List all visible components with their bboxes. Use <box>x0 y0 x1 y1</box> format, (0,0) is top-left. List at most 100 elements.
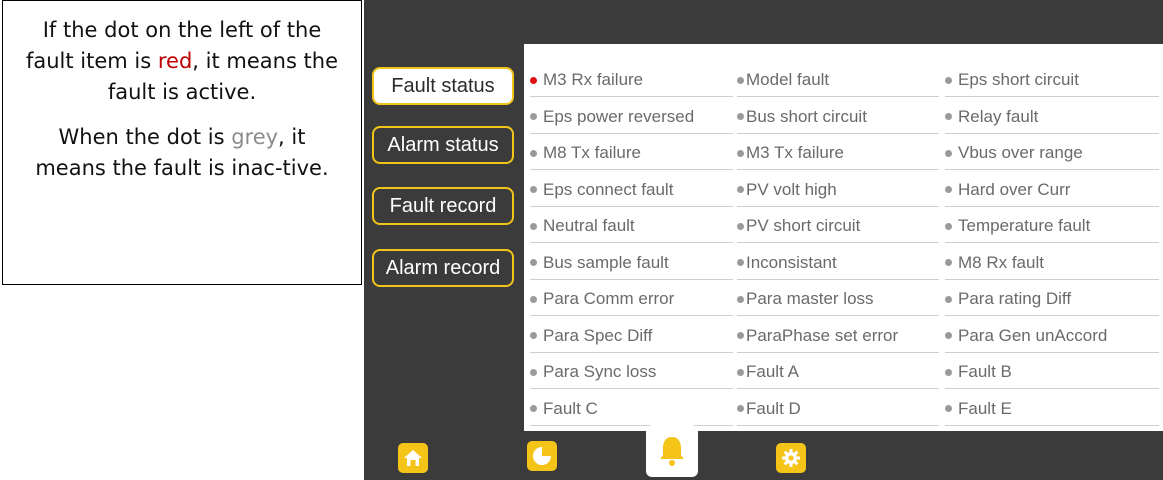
fault-item-label: PV volt high <box>746 179 837 199</box>
fault-item-row: Hard over Curr <box>945 174 1159 207</box>
home-icon <box>404 450 422 466</box>
info-callout: If the dot on the left of the fault item… <box>2 0 362 285</box>
pie-chart-icon <box>533 447 551 465</box>
fault-inactive-dot-icon <box>737 149 744 157</box>
fault-inactive-dot-icon <box>945 149 952 157</box>
fault-inactive-dot-icon <box>530 405 537 412</box>
fault-list-panel: M3 Rx failure Model fault Eps short circui… <box>524 44 1163 431</box>
fault-inactive-dot-icon <box>737 222 744 230</box>
gear-icon <box>782 449 800 467</box>
fault-item-label: Relay fault <box>958 106 1039 126</box>
fault-item-row: Temperature fault <box>945 210 1159 243</box>
fault-item-label: M3 Rx failure <box>543 70 644 89</box>
fault-item: Temperature fault <box>943 210 1163 247</box>
fault-inactive-dot-icon <box>737 113 744 120</box>
nav-stats-button[interactable] <box>527 441 557 471</box>
fault-item-row: Neutral fault <box>530 210 733 243</box>
fault-item: Fault E <box>943 393 1163 430</box>
fault-item: Para Sync loss <box>524 356 737 393</box>
fault-item-row: M3 Rx failure <box>530 64 733 97</box>
fault-item: Eps short circuit <box>943 64 1163 101</box>
fault-inactive-dot-icon <box>530 259 537 266</box>
fault-inactive-dot-icon <box>737 76 744 84</box>
fault-grid: M3 Rx failure Model fault Eps short circui… <box>524 64 1163 429</box>
device-screen: Fault status Alarm status Fault record A… <box>364 0 1163 480</box>
fault-item: Neutral fault <box>524 210 737 247</box>
fault-item-row: Eps power reversed <box>530 101 733 134</box>
fault-item: Eps power reversed <box>524 101 737 138</box>
callout-grey-word: grey <box>231 125 279 149</box>
fault-item: M3 Rx failure <box>524 64 737 101</box>
fault-item-row: Para Sync loss <box>530 356 733 389</box>
fault-inactive-dot-icon <box>530 149 537 157</box>
fault-inactive-dot-icon <box>945 222 952 230</box>
fault-item-row: Para master loss <box>737 283 939 316</box>
fault-status-button[interactable]: Fault status <box>372 67 514 105</box>
fault-inactive-dot-icon <box>737 259 744 266</box>
fault-item: M8 Rx fault <box>943 247 1163 284</box>
fault-item-row: M3 Tx failure <box>737 137 939 170</box>
alarm-record-button[interactable]: Alarm record <box>372 249 514 287</box>
fault-item: Para Gen unAccord <box>943 320 1163 357</box>
fault-item-row: PV short circuit <box>737 210 939 243</box>
callout-paragraph-active: If the dot on the left of the fault item… <box>21 15 343 108</box>
fault-item: Vbus over range <box>943 137 1163 174</box>
fault-item-label: Temperature fault <box>958 216 1091 235</box>
fault-item-label: Para Gen unAccord <box>958 325 1108 345</box>
fault-item: PV short circuit <box>737 210 943 247</box>
fault-item: Para rating Diff <box>943 283 1163 320</box>
fault-item-label: Eps short circuit <box>958 70 1079 89</box>
fault-item-label: Bus sample fault <box>543 252 669 272</box>
nav-home-button[interactable] <box>398 443 428 473</box>
bell-icon <box>660 437 684 466</box>
fault-item-label: Eps power reversed <box>543 106 695 126</box>
fault-item: Fault A <box>737 356 943 393</box>
fault-item-row: Fault D <box>737 393 939 426</box>
fault-item-label: Eps connect fault <box>543 179 674 199</box>
fault-item: Para Comm error <box>524 283 737 320</box>
fault-inactive-dot-icon <box>737 368 744 376</box>
fault-inactive-dot-icon <box>945 405 952 412</box>
fault-item: Inconsistant <box>737 247 943 284</box>
fault-inactive-dot-icon <box>945 259 952 266</box>
fault-item-label: Para Spec Diff <box>543 325 653 345</box>
fault-item-row: Para Spec Diff <box>530 320 733 353</box>
fault-inactive-dot-icon <box>945 76 952 84</box>
fault-item-label: Para Comm error <box>543 289 675 308</box>
fault-inactive-dot-icon <box>737 186 744 193</box>
fault-inactive-dot-icon <box>530 113 537 120</box>
fault-inactive-dot-icon <box>945 332 952 339</box>
fault-item-label: Model fault <box>746 70 830 89</box>
fault-item-label: Vbus over range <box>958 143 1083 162</box>
bottom-nav <box>364 425 1163 480</box>
fault-item: Relay fault <box>943 101 1163 138</box>
fault-item-row: Model fault <box>737 64 939 97</box>
fault-item: PV volt high <box>737 174 943 211</box>
fault-inactive-dot-icon <box>530 222 537 230</box>
fault-item-row: Relay fault <box>945 101 1159 134</box>
fault-item: ParaPhase set error <box>737 320 943 357</box>
fault-item: Eps connect fault <box>524 174 737 211</box>
fault-item-row: Eps short circuit <box>945 64 1159 97</box>
alarm-status-button[interactable]: Alarm status <box>372 126 514 164</box>
fault-item-label: M3 Tx failure <box>746 143 844 162</box>
fault-item-label: Para rating Diff <box>958 289 1072 308</box>
fault-item-row: Fault A <box>737 356 939 389</box>
fault-item: M8 Tx failure <box>524 137 737 174</box>
fault-inactive-dot-icon <box>530 295 537 303</box>
fault-item: Bus sample fault <box>524 247 737 284</box>
fault-item-row: M8 Rx fault <box>945 247 1159 280</box>
callout-red-word: red <box>157 49 193 73</box>
nav-settings-button[interactable] <box>776 443 806 473</box>
fault-record-button[interactable]: Fault record <box>372 187 514 225</box>
fault-inactive-dot-icon <box>737 295 744 303</box>
fault-item-row: Bus short circuit <box>737 101 939 134</box>
fault-inactive-dot-icon <box>530 332 537 339</box>
fault-inactive-dot-icon <box>945 186 952 193</box>
fault-item-label: Fault B <box>958 362 1012 381</box>
fault-item: Fault B <box>943 356 1163 393</box>
nav-alarm-button[interactable] <box>646 425 698 477</box>
fault-item: Para Spec Diff <box>524 320 737 357</box>
fault-item-row: PV volt high <box>737 174 939 207</box>
fault-item-label: Fault C <box>543 398 598 418</box>
